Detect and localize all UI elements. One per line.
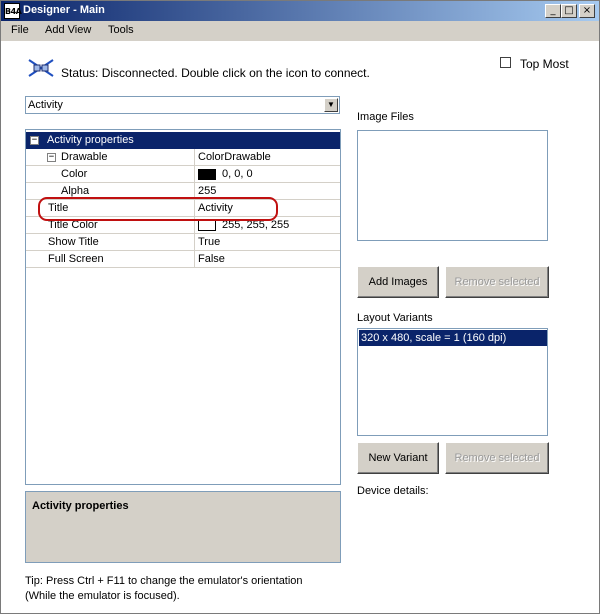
status-row: Status: Disconnected. Double click on th… xyxy=(27,59,427,81)
status-text: Status: Disconnected. Double click on th… xyxy=(61,66,370,80)
top-most-label: Top Most xyxy=(520,57,569,71)
property-value[interactable]: ColorDrawable xyxy=(198,151,271,163)
collapse-icon[interactable]: − xyxy=(30,136,39,145)
menu-file[interactable]: File xyxy=(11,24,29,36)
property-name: Color xyxy=(61,168,88,180)
maximize-button[interactable]: □ xyxy=(561,4,577,18)
property-description-title: Activity properties xyxy=(32,500,129,512)
designer-window: B4A Designer - Main _ □ × File Add View … xyxy=(0,0,600,614)
chevron-down-icon[interactable]: ▼ xyxy=(324,98,338,112)
close-button[interactable]: × xyxy=(579,4,595,18)
tip-line-1: Tip: Press Ctrl + F11 to change the emul… xyxy=(25,575,303,587)
remove-images-button[interactable]: Remove selected xyxy=(445,266,549,298)
top-most-option[interactable]: Top Most xyxy=(500,57,590,71)
property-value[interactable]: False xyxy=(198,253,225,265)
property-row-color[interactable]: Color 0, 0, 0 xyxy=(26,166,340,183)
title-bar[interactable]: B4A Designer - Main _ □ × xyxy=(1,1,599,21)
minimize-button[interactable]: _ xyxy=(545,4,561,18)
top-most-checkbox[interactable] xyxy=(500,57,511,68)
color-swatch xyxy=(198,220,216,231)
menu-add-view[interactable]: Add View xyxy=(45,24,91,36)
property-category-label: Activity properties xyxy=(47,134,134,146)
column-divider xyxy=(194,234,195,251)
property-category-header[interactable]: − Activity properties xyxy=(26,132,340,149)
device-details-label: Device details: xyxy=(357,485,429,497)
remove-variant-button[interactable]: Remove selected xyxy=(445,442,549,474)
image-files-label: Image Files xyxy=(357,111,414,123)
image-files-list[interactable] xyxy=(357,130,548,241)
property-description-panel: Activity properties xyxy=(25,491,341,563)
add-images-button[interactable]: Add Images xyxy=(357,266,439,298)
menu-tools[interactable]: Tools xyxy=(108,24,134,36)
layout-variants-label: Layout Variants xyxy=(357,312,433,324)
module-combobox-value: Activity xyxy=(28,99,63,111)
property-name: Alpha xyxy=(61,185,90,197)
column-divider xyxy=(194,251,195,268)
column-divider xyxy=(194,166,195,183)
connection-icon[interactable] xyxy=(27,57,55,79)
property-name: Show Title xyxy=(48,236,99,248)
color-swatch xyxy=(198,169,216,180)
column-divider xyxy=(194,149,195,166)
property-name: Drawable xyxy=(61,151,108,163)
module-combobox[interactable]: Activity ▼ xyxy=(25,96,340,114)
property-name: Full Screen xyxy=(48,253,104,265)
property-row-full-screen[interactable]: Full Screen False xyxy=(26,251,340,268)
layout-variants-list[interactable]: 320 x 480, scale = 1 (160 dpi) xyxy=(357,328,548,436)
property-grid[interactable]: − Activity properties − Drawable ColorDr… xyxy=(25,129,341,485)
b4a-app-icon: B4A xyxy=(4,3,22,19)
tip-line-2: (While the emulator is focused). xyxy=(25,590,180,602)
title-highlight-annotation xyxy=(38,197,278,221)
window-title: Designer - Main xyxy=(23,4,105,16)
layout-variant-item[interactable]: 320 x 480, scale = 1 (160 dpi) xyxy=(359,330,547,346)
property-row-drawable[interactable]: − Drawable ColorDrawable xyxy=(26,149,340,166)
menu-bar: File Add View Tools xyxy=(1,21,599,41)
property-value[interactable]: True xyxy=(198,236,220,248)
property-value[interactable]: 0, 0, 0 xyxy=(222,168,253,180)
collapse-icon[interactable]: − xyxy=(47,153,56,162)
property-row-show-title[interactable]: Show Title True xyxy=(26,234,340,251)
tip-text: Tip: Press Ctrl + F11 to change the emul… xyxy=(25,574,303,604)
property-value[interactable]: 255 xyxy=(198,185,216,197)
new-variant-button[interactable]: New Variant xyxy=(357,442,439,474)
